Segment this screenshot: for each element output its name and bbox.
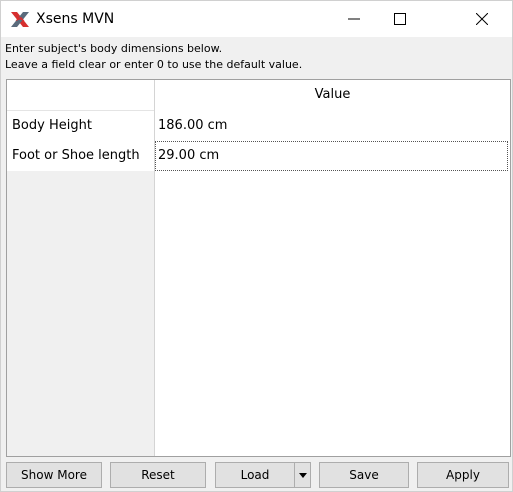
column-header-value[interactable]: Value (155, 80, 510, 110)
maximize-button[interactable] (377, 1, 423, 37)
reset-button[interactable]: Reset (110, 462, 206, 488)
window-title: Xsens MVN (36, 11, 115, 27)
row-label-foot-length[interactable]: Foot or Shoe length (7, 141, 154, 171)
xsens-logo-icon (10, 11, 30, 28)
minimize-button[interactable] (331, 1, 377, 37)
table-corner (7, 80, 154, 111)
maximize-icon (394, 13, 406, 25)
title-bar[interactable]: Xsens MVN (1, 1, 512, 37)
save-button[interactable]: Save (319, 462, 409, 488)
dialog-window: Xsens MVN Enter subject's body dimension… (0, 0, 513, 492)
body-height-value-cell[interactable]: 186.00 cm (155, 111, 510, 141)
close-button[interactable] (459, 1, 505, 37)
apply-button[interactable]: Apply (417, 462, 509, 488)
row-label-body-height[interactable]: Body Height (7, 111, 154, 141)
load-button[interactable]: Load (215, 462, 295, 488)
close-icon (476, 13, 488, 25)
body-dimensions-table: Value Body Height 186.00 cm Foot or Shoe… (6, 79, 511, 457)
dropdown-arrow-icon (299, 473, 307, 478)
foot-length-value-cell[interactable]: 29.00 cm (155, 141, 508, 171)
instruction-line-1: Enter subject's body dimensions below. (5, 42, 223, 55)
minimize-icon (348, 18, 360, 20)
load-dropdown-button[interactable] (294, 462, 311, 488)
instructions-text: Enter subject's body dimensions below. L… (5, 41, 302, 73)
show-more-button[interactable]: Show More (6, 462, 102, 488)
instruction-line-2: Leave a field clear or enter 0 to use th… (5, 58, 303, 71)
